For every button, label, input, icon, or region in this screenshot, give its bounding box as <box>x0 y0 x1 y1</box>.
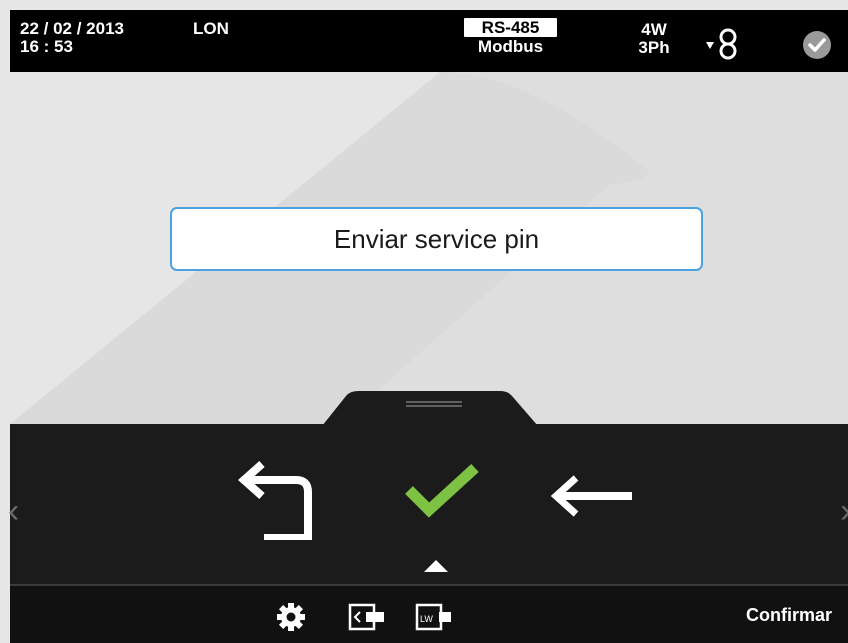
scroll-left-icon[interactable]: ‹ <box>8 494 19 528</box>
check-icon[interactable] <box>403 462 483 520</box>
bottom-toolbar: LW Confirmar <box>10 586 848 643</box>
left-arrow-icon[interactable] <box>550 474 634 518</box>
comm-mode: Modbus <box>477 37 544 56</box>
date-time: 22 / 02 / 2013 16 : 53 <box>20 20 124 56</box>
action-panel: ‹ › <box>8 424 848 584</box>
main-area: Enviar service pin <box>10 72 848 424</box>
comm-indicator: RS-485 Modbus <box>458 18 563 56</box>
time: 16 : 53 <box>20 37 73 56</box>
date: 22 / 02 / 2013 <box>20 19 124 38</box>
option-field[interactable]: Enviar service pin <box>170 207 703 271</box>
comm-protocol: RS-485 <box>464 18 557 37</box>
wiring-indicator: 4W 3Ph <box>632 21 676 57</box>
return-arrow-icon[interactable] <box>238 460 318 540</box>
lw-icon[interactable]: LW <box>415 602 453 632</box>
status-bar: 22 / 02 / 2013 16 : 53 LON RS-485 Modbus… <box>10 10 848 72</box>
confirm-label[interactable]: Confirmar <box>746 605 832 626</box>
scroll-right-icon[interactable]: › <box>840 494 848 528</box>
exit-icon[interactable] <box>348 602 386 632</box>
expand-caret-icon[interactable] <box>422 556 450 576</box>
wiring-line2: 3Ph <box>638 38 670 57</box>
current-transformer-icon <box>706 28 737 60</box>
gear-icon[interactable] <box>276 602 306 632</box>
svg-text:LW: LW <box>420 614 433 624</box>
panel-handle[interactable] <box>10 390 848 426</box>
check-circle-icon <box>803 31 831 59</box>
wiring-line1: 4W <box>641 20 667 39</box>
network-label: LON <box>193 19 229 38</box>
